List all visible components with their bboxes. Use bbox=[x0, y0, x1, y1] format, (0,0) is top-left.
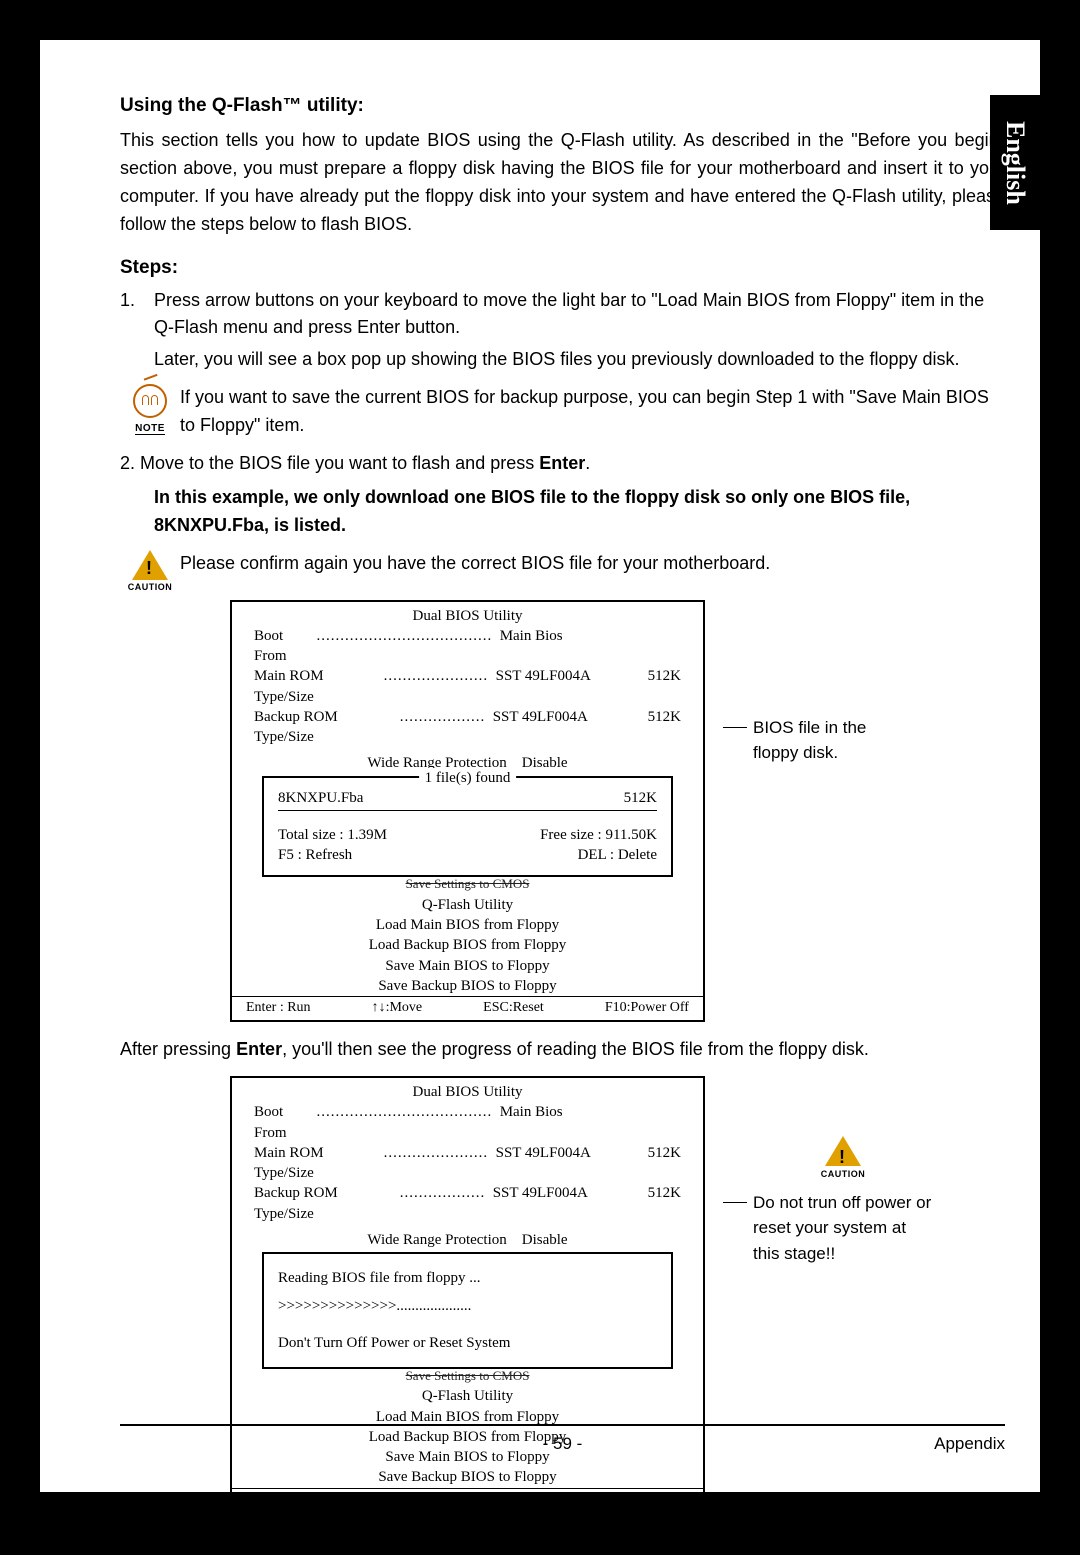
bios-file-size: 512K bbox=[624, 788, 657, 808]
bios-file-name: 8KNXPU.Fba bbox=[278, 788, 363, 808]
menu-item: Load Main BIOS from Floppy bbox=[232, 915, 703, 935]
hidden-line: Save Settings to CMOS bbox=[232, 875, 703, 893]
bios-screenshot-1: Dual BIOS Utility Boot From.............… bbox=[230, 600, 1005, 1022]
caution-icon: ! CAUTION bbox=[120, 550, 180, 592]
bios-title: Dual BIOS Utility bbox=[232, 602, 703, 626]
note-icon: NOTE bbox=[120, 384, 180, 436]
del-delete: DEL : Delete bbox=[578, 845, 657, 865]
files-found: 1 file(s) found bbox=[419, 768, 517, 788]
language-tab: English bbox=[990, 95, 1040, 230]
free-size: Free size : 911.50K bbox=[540, 825, 657, 845]
page: English Using the Q-Flash™ utility: This… bbox=[40, 40, 1040, 1492]
wide-range-protection: Wide Range Protection Disable bbox=[254, 1230, 681, 1250]
caution-icon: ! CAUTION bbox=[821, 1136, 866, 1182]
progress-box: Reading BIOS file from floppy ... >>>>>>… bbox=[262, 1252, 673, 1369]
note-text: If you want to save the current BIOS for… bbox=[180, 384, 1005, 440]
warn-text: Don't Turn Off Power or Reset System bbox=[278, 1329, 657, 1357]
step1-text-b: Later, you will see a box pop up showing… bbox=[154, 346, 1005, 374]
qflash-title: Q-Flash Utility bbox=[232, 1386, 703, 1406]
menu-item: Load Backup BIOS from Floppy bbox=[232, 935, 703, 955]
step-2: 2. Move to the BIOS file you want to fla… bbox=[120, 450, 1005, 478]
total-size: Total size : 1.39M bbox=[278, 825, 387, 845]
step1-text-a: Press arrow buttons on your keyboard to … bbox=[154, 287, 1005, 343]
menu-item: Save Backup BIOS to Floppy bbox=[232, 1467, 703, 1487]
note-label: NOTE bbox=[135, 423, 165, 435]
intro-text: This section tells you how to update BIO… bbox=[120, 127, 1005, 239]
menu-item: Save Main BIOS to Floppy bbox=[232, 956, 703, 976]
example-bold: In this example, we only download one BI… bbox=[154, 484, 1005, 540]
step-1: 1. Press arrow buttons on your keyboard … bbox=[120, 287, 1005, 375]
callout-bios-file: BIOS file in the floppy disk. bbox=[723, 715, 913, 766]
section-heading: Using the Q-Flash™ utility: bbox=[120, 95, 1005, 117]
caution-label: CAUTION bbox=[120, 582, 180, 592]
section-name: Appendix bbox=[934, 1434, 1005, 1454]
file-list-box: 1 file(s) found 8KNXPU.Fba 512K Total si… bbox=[262, 776, 673, 878]
qflash-menu: Load Main BIOS from Floppy Load Backup B… bbox=[232, 915, 703, 996]
qflash-title: Q-Flash Utility bbox=[232, 895, 703, 915]
page-number: - 59 - bbox=[543, 1434, 583, 1454]
reading-text: Reading BIOS file from floppy ... bbox=[278, 1264, 657, 1292]
after-enter-text: After pressing Enter, you'll then see th… bbox=[120, 1036, 1005, 1064]
key-hints: Enter : Run ↑↓:Move ESC:Reset F10:Power … bbox=[232, 1488, 703, 1512]
caution-text: Please confirm again you have the correc… bbox=[180, 550, 1005, 578]
bios-title: Dual BIOS Utility bbox=[232, 1078, 703, 1102]
note-block: NOTE If you want to save the current BIO… bbox=[120, 384, 1005, 440]
key-hints: Enter : Run ↑↓:Move ESC:Reset F10:Power … bbox=[232, 996, 703, 1020]
callout-do-not-power-off: ! CAUTION Do not trun off power or reset… bbox=[723, 1136, 933, 1266]
hidden-line: Save Settings to CMOS bbox=[232, 1367, 703, 1385]
caution-block: ! CAUTION Please confirm again you have … bbox=[120, 550, 1005, 592]
f5-refresh: F5 : Refresh bbox=[278, 845, 352, 865]
progress-bar: >>>>>>>>>>>>>>.................... bbox=[278, 1292, 657, 1320]
step-number: 1. bbox=[120, 287, 154, 375]
page-footer: - 59 - Appendix bbox=[120, 1424, 1005, 1454]
menu-item: Save Backup BIOS to Floppy bbox=[232, 976, 703, 996]
steps-heading: Steps: bbox=[120, 257, 1005, 279]
